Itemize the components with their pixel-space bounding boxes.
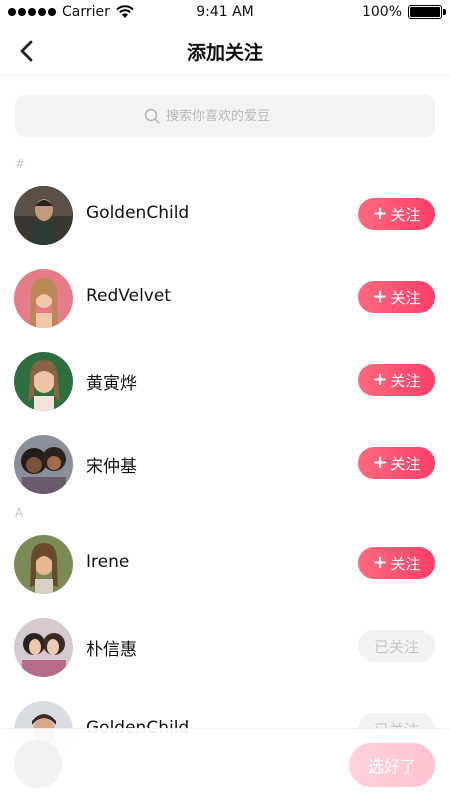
list-item: 宋仲基 + 关注: [0, 429, 450, 499]
avatar: [14, 618, 73, 677]
idol-name: 黄寅烨: [86, 374, 137, 394]
avatar: [14, 435, 73, 494]
search-bar[interactable]: [15, 95, 435, 137]
followed-button[interactable]: 已关注: [358, 630, 435, 662]
section-header: #: [15, 157, 26, 171]
follow-button[interactable]: + 关注: [358, 547, 435, 579]
follow-button[interactable]: + 关注: [358, 364, 435, 396]
confirm-button[interactable]: 选好了: [349, 743, 435, 787]
idol-name: 朴信惠: [86, 640, 137, 660]
plus-icon: +: [372, 203, 388, 224]
status-bar: Carrier 9:41 AM 100%: [0, 0, 450, 26]
list-item: RedVelvet + 关注: [0, 263, 450, 333]
plus-icon: +: [372, 552, 388, 573]
selected-avatar-placeholder: [14, 740, 62, 788]
idol-name: Irene: [86, 552, 130, 572]
avatar: [14, 352, 73, 411]
list-item: 黄寅烨 + 关注: [0, 346, 450, 416]
avatar: [14, 269, 73, 328]
idol-name: RedVelvet: [86, 286, 171, 306]
nav-bar: 添加关注: [0, 26, 450, 76]
follow-button[interactable]: + 关注: [358, 198, 435, 230]
idol-name: 宋仲基: [86, 457, 137, 477]
page-title: 添加关注: [186, 42, 263, 64]
bottom-bar: 选好了: [0, 728, 450, 800]
plus-icon: +: [372, 452, 388, 473]
follow-button[interactable]: + 关注: [358, 447, 435, 479]
avatar: [14, 186, 73, 245]
search-icon: [144, 108, 160, 124]
plus-icon: +: [372, 286, 388, 307]
plus-icon: +: [372, 369, 388, 390]
list-item: 朴信惠 已关注: [0, 612, 450, 682]
battery-percent: 100%: [361, 4, 402, 20]
section-header: A: [15, 506, 24, 520]
list-item: Irene + 关注: [0, 529, 450, 599]
idol-name: GoldenChild: [86, 203, 190, 223]
search-input[interactable]: [166, 108, 306, 124]
list-item: GoldenChild + 关注: [0, 180, 450, 250]
battery-icon: [408, 5, 446, 19]
avatar: [14, 535, 73, 594]
follow-button[interactable]: + 关注: [358, 281, 435, 313]
